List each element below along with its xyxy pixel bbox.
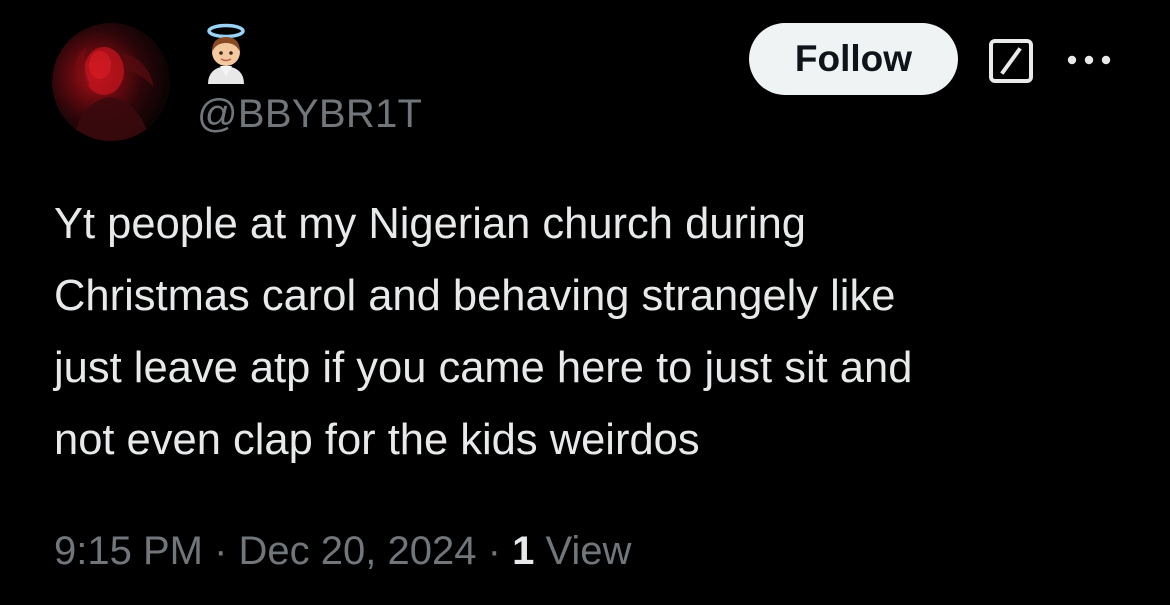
avatar[interactable]	[52, 23, 170, 141]
tweet-meta: 9:15 PM · Dec 20, 2024 · 1 View	[54, 526, 631, 576]
tweet-text-line: Yt people at my Nigerian church during	[54, 200, 806, 248]
tweet-date[interactable]: Dec 20, 2024	[239, 529, 477, 573]
more-options-icon[interactable]	[1064, 46, 1114, 74]
tweet-text-line: Christmas carol and behaving strangely l…	[54, 272, 896, 320]
grok-slash-box-icon[interactable]	[988, 38, 1034, 84]
user-handle[interactable]: @BBYBR1T	[197, 91, 422, 137]
views-count: 1	[512, 529, 535, 573]
tweet-card: @BBYBR1T Follow Yt people at my Nigerian…	[0, 0, 1170, 605]
views-label: View	[545, 529, 632, 573]
meta-separator: ·	[214, 529, 228, 573]
angel-face-emoji-icon	[207, 23, 245, 84]
meta-separator: ·	[487, 529, 501, 573]
tweet-text-line: just leave atp if you came here to just …	[54, 344, 913, 392]
tweet-time[interactable]: 9:15 PM	[54, 529, 203, 573]
tweet-text: Yt people at my Nigerian church during C…	[54, 188, 1134, 476]
avatar-photo-icon	[72, 47, 154, 141]
follow-button[interactable]: Follow	[749, 23, 958, 95]
tweet-text-line: not even clap for the kids weirdos	[54, 416, 700, 464]
